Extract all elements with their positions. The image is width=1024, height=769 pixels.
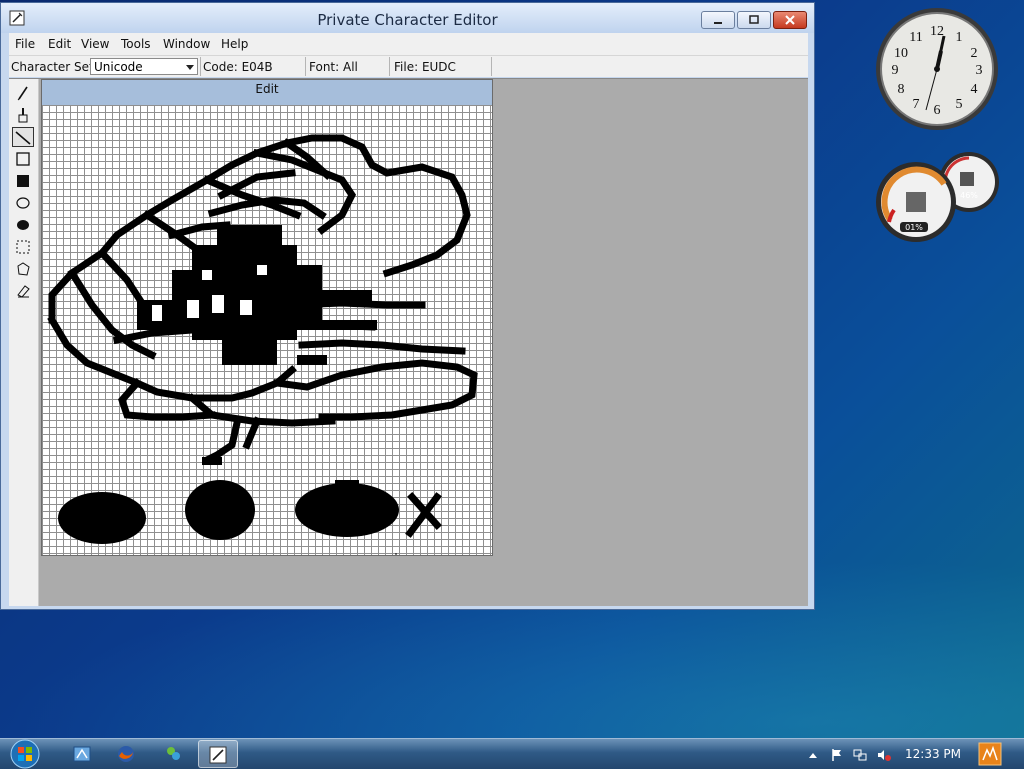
selection-rectangle-icon <box>16 240 30 254</box>
toolbar-divider <box>491 57 492 76</box>
menu-window[interactable]: Window <box>163 37 210 51</box>
toolbar-divider <box>389 57 390 76</box>
volume-muted-icon[interactable] <box>877 748 891 762</box>
minimize-button[interactable] <box>701 11 735 29</box>
crosshair-cursor-icon <box>395 553 397 555</box>
maximize-icon <box>749 15 759 24</box>
clock-numeral-12: 12 <box>930 24 944 39</box>
code-readout: Code: E04B <box>203 60 273 74</box>
edit-window-title: Edit <box>42 80 492 105</box>
taskbar-clock[interactable]: 12:33 PM <box>905 747 961 761</box>
character-set-value: Unicode <box>94 60 143 74</box>
ellipse-filled-icon <box>17 220 29 230</box>
tool-palette <box>9 79 39 606</box>
action-center-flag-icon[interactable] <box>830 748 844 762</box>
clock-numeral-4: 4 <box>971 82 978 97</box>
window-title: Private Character Editor <box>317 11 498 29</box>
minimize-icon <box>714 22 722 24</box>
cpu-icon <box>906 192 926 212</box>
clock-numeral-5: 5 <box>956 97 963 112</box>
character-editor-icon <box>209 746 227 764</box>
freeform-selection-icon <box>17 262 30 276</box>
clock-numeral-1: 1 <box>956 30 963 45</box>
ellipse-outline-icon <box>16 197 30 209</box>
menu-view[interactable]: View <box>81 37 109 51</box>
clock-numeral-9: 9 <box>892 63 899 78</box>
rectangular-selection-tool[interactable] <box>12 237 34 257</box>
brush-tool[interactable] <box>12 105 34 125</box>
menu-help[interactable]: Help <box>221 37 248 51</box>
chevron-down-icon <box>186 65 194 70</box>
clock-numeral-11: 11 <box>909 30 922 45</box>
menu-tools[interactable]: Tools <box>121 37 151 51</box>
taskbar-firefox-button[interactable] <box>106 740 146 768</box>
glyph-drawing <box>47 134 478 544</box>
glyph-editing-grid[interactable] <box>42 105 492 555</box>
character-set-label: Character Set: <box>11 60 98 74</box>
freeform-selection-tool[interactable] <box>12 259 34 279</box>
brush-icon <box>18 108 28 123</box>
eraser-icon <box>17 285 30 298</box>
pencil-icon <box>17 86 28 101</box>
clock-gadget[interactable]: 12 1 2 3 4 5 6 7 8 9 10 11 <box>874 6 1000 132</box>
cpu-usage: 01% <box>905 223 923 232</box>
client-area: Edit <box>9 78 808 606</box>
menu-file[interactable]: File <box>15 37 35 51</box>
private-character-editor-window: Private Character Editor File Edit View … <box>0 2 815 610</box>
clock-numeral-3: 3 <box>976 63 983 78</box>
network-icon[interactable] <box>853 748 867 762</box>
line-tool[interactable] <box>12 127 34 147</box>
show-desktop-button[interactable] <box>978 742 1002 766</box>
memory-usage: 46% <box>960 191 978 200</box>
rectangle-outline-icon <box>16 152 30 166</box>
clock-numeral-2: 2 <box>971 46 978 61</box>
clock-numeral-6: 6 <box>934 103 941 118</box>
taskbar-explorer-button[interactable] <box>62 740 102 768</box>
filled-ellipse-tool[interactable] <box>12 215 34 235</box>
close-icon <box>785 15 795 25</box>
edit-window: Edit <box>41 79 493 556</box>
eraser-tool[interactable] <box>12 281 34 301</box>
line-icon <box>15 131 31 145</box>
toolbar-divider <box>200 57 201 76</box>
font-readout: Font: All <box>309 60 358 74</box>
clock-numeral-10: 10 <box>894 46 908 61</box>
close-button[interactable] <box>773 11 807 29</box>
maximize-button[interactable] <box>737 11 771 29</box>
hollow-rectangle-tool[interactable] <box>12 149 34 169</box>
clock-numeral-7: 7 <box>913 97 920 112</box>
start-button[interactable] <box>6 739 44 769</box>
pencil-tool[interactable] <box>12 83 34 103</box>
toolbar-divider <box>305 57 306 76</box>
taskbar-messenger-button[interactable] <box>153 740 193 768</box>
info-toolbar: Character Set: Unicode Code: E04B Font: … <box>9 56 808 77</box>
show-hidden-icons-icon[interactable] <box>806 748 820 762</box>
rectangle-filled-icon <box>17 175 29 187</box>
menu-bar: File Edit View Tools Window Help <box>9 33 808 56</box>
memory-icon <box>960 172 974 186</box>
taskbar-character-editor-button[interactable] <box>198 740 238 768</box>
explorer-icon <box>73 746 91 762</box>
clock-numeral-8: 8 <box>898 82 905 97</box>
menu-edit[interactable]: Edit <box>48 37 71 51</box>
hollow-ellipse-tool[interactable] <box>12 193 34 213</box>
filled-rectangle-tool[interactable] <box>12 171 34 191</box>
file-readout: File: EUDC <box>394 60 456 74</box>
taskbar: 12:33 PM <box>0 738 1024 769</box>
character-set-dropdown[interactable]: Unicode <box>90 58 198 75</box>
cpu-meter-gadget[interactable]: 46% 01% <box>874 150 1000 242</box>
messenger-icon <box>167 747 180 760</box>
firefox-icon <box>118 746 134 762</box>
title-bar[interactable]: Private Character Editor <box>1 3 814 33</box>
